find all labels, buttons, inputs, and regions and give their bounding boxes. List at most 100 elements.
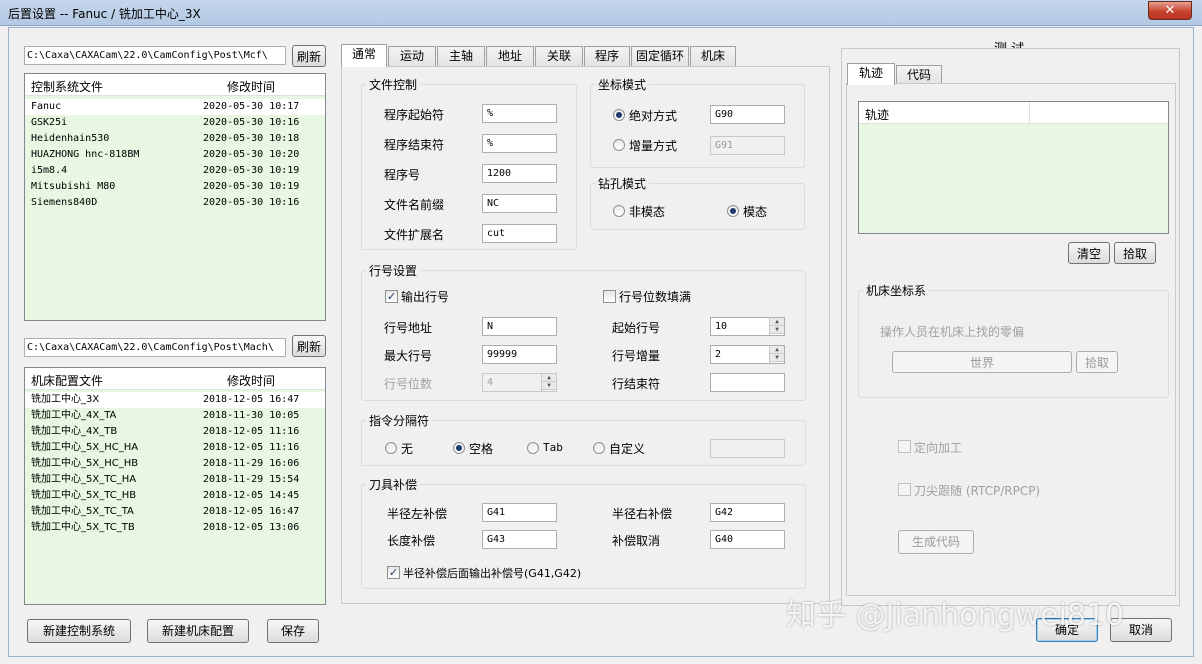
- output-line-no-checkbox[interactable]: ✓: [385, 290, 398, 303]
- tab-machine[interactable]: 机床: [690, 46, 736, 66]
- rtcp-checkbox[interactable]: [898, 483, 911, 496]
- tab-program[interactable]: 程序: [584, 46, 630, 66]
- controller-list-header: 控制系统文件 修改时间: [25, 74, 325, 96]
- fill-digits-checkbox[interactable]: [603, 290, 616, 303]
- spin-down-icon[interactable]: ▼: [770, 354, 784, 362]
- spin-up-icon[interactable]: ▲: [542, 374, 556, 382]
- list-item[interactable]: 铣加工中心_5X_HC_HA 2018-12-05 11:16: [25, 440, 325, 456]
- non-modal-radio[interactable]: [613, 205, 625, 217]
- incremental-code-field[interactable]: G91: [710, 136, 785, 155]
- tab-motion[interactable]: 运动: [388, 46, 436, 66]
- list-item[interactable]: 铣加工中心_4X_TB 2018-12-05 11:16: [25, 424, 325, 440]
- list-item[interactable]: Heidenhain530 2020-05-30 10:18: [25, 131, 325, 147]
- spin-up-icon[interactable]: ▲: [770, 318, 784, 326]
- prog-start-field[interactable]: %: [482, 104, 557, 123]
- output-comp-no-checkbox[interactable]: ✓: [387, 566, 400, 579]
- list-item-name: 铣加工中心_5X_TC_HB: [31, 490, 137, 501]
- tab-canned-cycle[interactable]: 固定循环: [631, 46, 689, 66]
- list-item-name: 铣加工中心_5X_TC_TB: [31, 522, 135, 533]
- incremental-label: 增量方式: [629, 139, 678, 153]
- separator-tab-radio[interactable]: [527, 442, 539, 454]
- new-controller-button[interactable]: 新建控制系统: [27, 619, 131, 643]
- machine-file-list[interactable]: 机床配置文件 修改时间 铣加工中心_3X 2018-12-05 16:47 铣加工…: [24, 367, 326, 605]
- col-header-name: 机床配置文件: [31, 374, 104, 388]
- list-item-name: Fanuc: [31, 101, 62, 112]
- tab-spindle[interactable]: 主轴: [437, 46, 485, 66]
- separator-space-radio[interactable]: [453, 442, 465, 454]
- list-item[interactable]: 铣加工中心_5X_TC_HA 2018-11-29 15:54: [25, 472, 325, 488]
- generate-code-button[interactable]: 生成代码: [898, 530, 974, 554]
- start-line-stepper[interactable]: 10 ▲ ▼: [710, 317, 785, 336]
- cancel-comp-field[interactable]: G40: [710, 530, 785, 549]
- list-item-time: 2018-11-30 10:05: [203, 410, 300, 421]
- list-item[interactable]: Mitsubishi M80 2020-05-30 10:19: [25, 179, 325, 195]
- list-item[interactable]: 铣加工中心_5X_TC_TA 2018-12-05 16:47: [25, 504, 325, 520]
- prog-end-field[interactable]: %: [482, 134, 557, 153]
- spin-buttons[interactable]: ▲ ▼: [541, 374, 556, 391]
- modal-radio[interactable]: [727, 205, 739, 217]
- line-increment-value: 2: [715, 349, 722, 360]
- separator-space-label: 空格: [469, 442, 494, 456]
- tab-track[interactable]: 轨迹: [847, 63, 895, 85]
- length-comp-field[interactable]: G43: [482, 530, 557, 549]
- line-increment-stepper[interactable]: 2 ▲ ▼: [710, 345, 785, 364]
- tab-general[interactable]: 通常: [341, 44, 387, 67]
- prog-end-label: 程序结束符: [384, 138, 445, 152]
- world-coord-button[interactable]: 世界: [892, 351, 1072, 373]
- coord-mode-group: [590, 84, 805, 168]
- line-address-field[interactable]: N: [482, 317, 557, 336]
- list-item[interactable]: HUAZHONG hnc-818BM 2020-05-30 10:20: [25, 147, 325, 163]
- list-item[interactable]: 铣加工中心_3X 2018-12-05 16:47: [25, 392, 325, 408]
- right-comp-field[interactable]: G42: [710, 503, 785, 522]
- list-item-time: 2018-12-05 16:47: [203, 394, 300, 405]
- line-address-label: 行号地址: [384, 321, 433, 335]
- list-item[interactable]: GSK25i 2020-05-30 10:16: [25, 115, 325, 131]
- left-comp-field[interactable]: G41: [482, 503, 557, 522]
- list-item[interactable]: 铣加工中心_4X_TA 2018-11-30 10:05: [25, 408, 325, 424]
- track-list[interactable]: 轨迹: [858, 101, 1169, 234]
- file-ext-field[interactable]: cut: [482, 224, 557, 243]
- separator-custom-field[interactable]: [710, 439, 785, 458]
- list-item[interactable]: Fanuc 2020-05-30 10:17: [25, 99, 325, 115]
- list-item[interactable]: i5m8.4 2020-05-30 10:19: [25, 163, 325, 179]
- directional-checkbox[interactable]: [898, 440, 911, 453]
- close-button[interactable]: ✕: [1148, 1, 1192, 20]
- rtcp-label: 刀尖跟随 (RTCP/RPCP): [914, 484, 1041, 498]
- prog-no-field[interactable]: 1200: [482, 164, 557, 183]
- line-end-label: 行结束符: [612, 377, 661, 391]
- absolute-radio[interactable]: [613, 109, 625, 121]
- spin-down-icon[interactable]: ▼: [770, 326, 784, 334]
- line-digits-stepper[interactable]: 4 ▲ ▼: [482, 373, 557, 392]
- separator-none-radio[interactable]: [385, 442, 397, 454]
- max-line-field[interactable]: 99999: [482, 345, 557, 364]
- new-machine-config-button[interactable]: 新建机床配置: [147, 619, 249, 643]
- machine-refresh-button[interactable]: 刷新: [292, 335, 326, 357]
- spin-down-icon[interactable]: ▼: [542, 382, 556, 390]
- tab-address[interactable]: 地址: [486, 46, 534, 66]
- list-item[interactable]: Siemens840D 2020-05-30 10:16: [25, 195, 325, 211]
- list-item[interactable]: 铣加工中心_5X_HC_HB 2018-11-29 16:06: [25, 456, 325, 472]
- machine-path-field[interactable]: C:\Caxa\CAXACam\22.0\CamConfig\Post\Mach…: [24, 338, 286, 357]
- controller-file-list[interactable]: 控制系统文件 修改时间 Fanuc 2020-05-30 10:17 GSK25i…: [24, 73, 326, 321]
- spin-buttons[interactable]: ▲ ▼: [769, 346, 784, 363]
- title-bar[interactable]: 后置设置 -- Fanuc / 铣加工中心_3X ✕: [0, 0, 1202, 26]
- incremental-radio[interactable]: [613, 139, 625, 151]
- machine-coord-hint: 操作人员在机床上找的零偏: [880, 325, 1025, 339]
- tab-association[interactable]: 关联: [535, 46, 583, 66]
- tab-code[interactable]: 代码: [896, 65, 942, 84]
- file-prefix-field[interactable]: NC: [482, 194, 557, 213]
- spin-up-icon[interactable]: ▲: [770, 346, 784, 354]
- save-button[interactable]: 保存: [267, 619, 319, 643]
- controller-path-field[interactable]: C:\Caxa\CAXACam\22.0\CamConfig\Post\Mcf\: [24, 46, 286, 65]
- list-item-name: Heidenhain530: [31, 133, 110, 144]
- controller-refresh-button[interactable]: 刷新: [292, 45, 326, 67]
- clear-button[interactable]: 清空: [1068, 242, 1110, 264]
- spin-buttons[interactable]: ▲ ▼: [769, 318, 784, 335]
- absolute-code-field[interactable]: G90: [710, 105, 785, 124]
- pick-track-button[interactable]: 拾取: [1114, 242, 1156, 264]
- list-item[interactable]: 铣加工中心_5X_TC_TB 2018-12-05 13:06: [25, 520, 325, 536]
- line-end-field[interactable]: [710, 373, 785, 392]
- pick-coord-button[interactable]: 拾取: [1076, 351, 1118, 373]
- separator-custom-radio[interactable]: [593, 442, 605, 454]
- list-item[interactable]: 铣加工中心_5X_TC_HB 2018-12-05 14:45: [25, 488, 325, 504]
